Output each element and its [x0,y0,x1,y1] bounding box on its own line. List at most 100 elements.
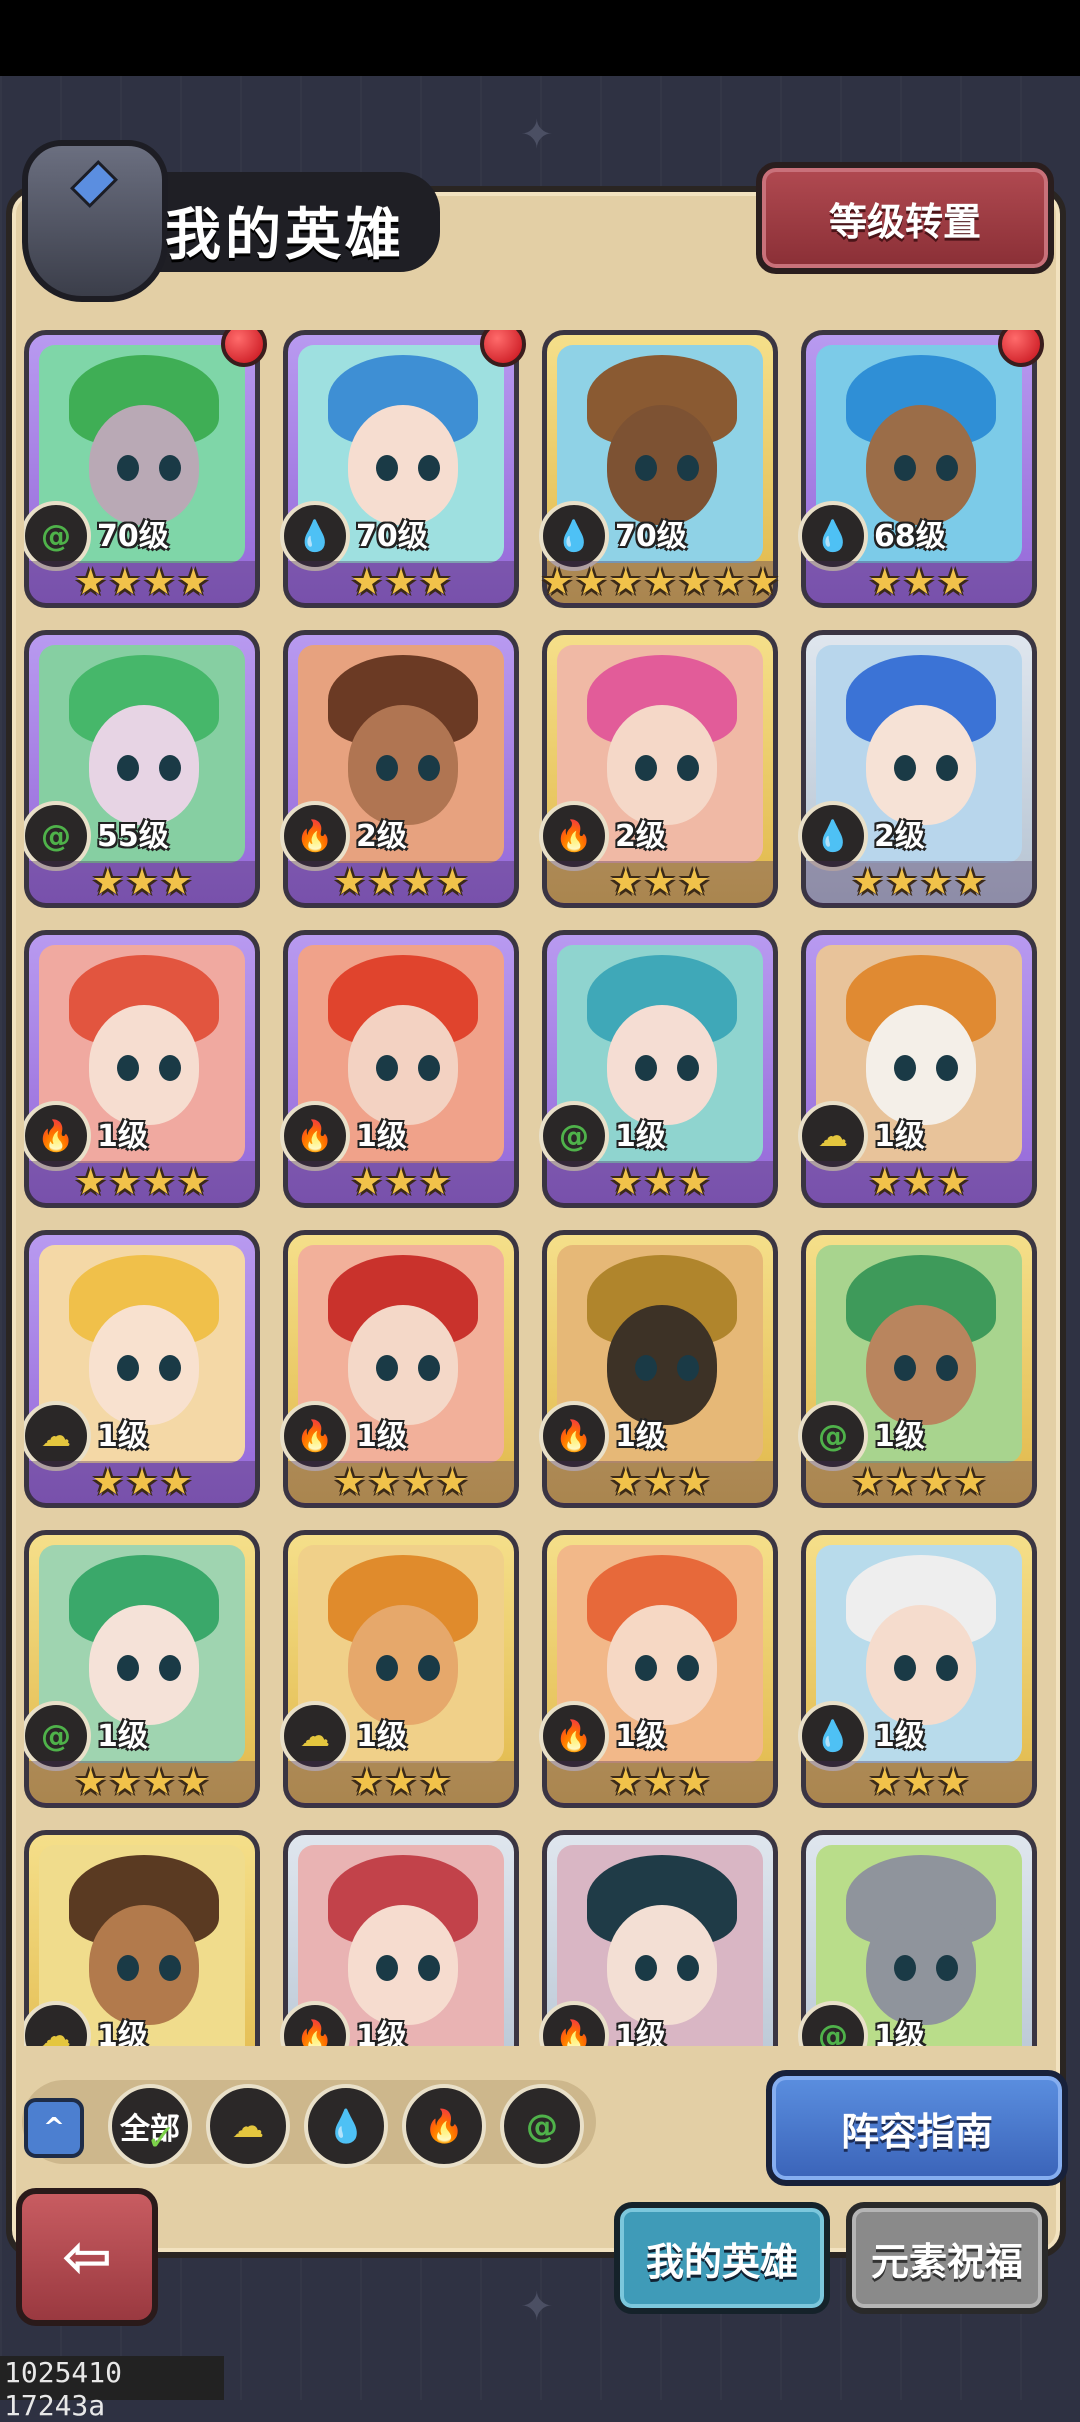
star-icon: ★ [954,862,987,903]
hero-card[interactable]: ☁ 1级 ★ ★ ★ [798,930,1037,1208]
star-rating: ★ ★ ★ [288,1761,514,1805]
star-rating: ★ ★ ★ ★ [29,1761,255,1805]
nature-element-icon: @ [526,2107,558,2145]
star-icon: ★ [74,1762,107,1803]
hero-level: 70级 [356,519,428,554]
hero-card[interactable]: 🔥 1级 ★ ★ ★ [539,1230,778,1508]
back-button[interactable]: ⇦ [16,2188,158,2326]
star-icon: ★ [108,562,141,603]
star-icon: ★ [678,562,711,603]
star-icon: ★ [643,562,677,603]
water-element-icon: 💧 [326,2107,366,2145]
hero-level: 1级 [356,1119,407,1154]
star-icon: ★ [678,1462,711,1503]
star-rating: ★ ★ ★ ★ [29,561,255,605]
star-icon: ★ [868,562,901,603]
filter-fire-button[interactable]: 🔥 [402,2084,486,2168]
hero-level: 68级 [874,519,946,554]
tab-element-blessing[interactable]: 元素祝福 [846,2202,1048,2314]
hero-card[interactable]: 💧 70级 ★ ★ ★ ★ ★ ★ ★ [539,330,779,608]
hero-grid: @70级 ★ ★ ★ ★ 💧 70级 ★ ★ ★ 💧 70级 ★ ★ ★ ★ ★ ★ ★ 💧 68级 ★ ★ ★ @55级 ★ ★ ★… [24,330,1054,2046]
star-icon: ★ [177,1162,210,1203]
star-icon: ★ [160,862,193,903]
star-icon: ★ [143,1762,176,1803]
star-icon: ★ [851,1462,884,1503]
filter-water-button[interactable]: 💧 [304,2084,388,2168]
star-rating: ★ ★ ★ ★ [806,861,1032,905]
star-icon: ★ [885,862,918,903]
star-icon: ★ [402,1462,435,1503]
hero-card[interactable]: 🔥 1级 ★ ★ ★ [280,930,519,1208]
star-rating: ★ ★ ★ [806,1161,1032,1205]
hero-card[interactable]: 🔥 1级 ★ ★ ★ ★ [280,1230,519,1508]
star-icon: ★ [74,562,107,603]
hero-level: 70级 [97,519,169,554]
star-icon: ★ [436,862,469,903]
star-icon: ★ [746,562,779,603]
filter-nature-button[interactable]: @ [500,2084,584,2168]
collapse-toggle-button[interactable]: ^ [24,2098,84,2158]
hero-card[interactable]: @70级 ★ ★ ★ ★ [24,330,267,608]
star-icon: ★ [384,1762,418,1803]
hero-card[interactable]: @55级 ★ ★ ★ [24,630,260,908]
star-icon: ★ [350,1762,383,1803]
hero-level: 1级 [874,1419,925,1454]
hero-level: 1级 [97,1119,148,1154]
filter-light-button[interactable]: ☁ [206,2084,290,2168]
hero-level: 70级 [615,519,687,554]
lineup-guide-button[interactable]: 阵容指南 [766,2070,1068,2186]
star-icon: ★ [91,1462,124,1503]
star-icon: ★ [160,1462,193,1503]
star-rating: ★ ★ ★ [288,561,514,605]
star-rating: ★ ★ ★ [288,1161,514,1205]
hero-level: 1级 [97,2019,148,2046]
star-icon: ★ [367,862,400,903]
star-icon: ★ [643,1162,677,1203]
hero-card[interactable]: 💧 68级 ★ ★ ★ [798,330,1044,608]
hero-level: 1级 [615,1419,666,1454]
helmet-icon [22,140,168,302]
star-icon: ★ [108,1762,141,1803]
star-icon: ★ [609,1162,642,1203]
star-icon: ★ [350,562,383,603]
hero-level: 1级 [874,1719,925,1754]
hero-card[interactable]: 🔥 2级 ★ ★ ★ [539,630,778,908]
hero-card[interactable]: 🔥 2级 ★ ★ ★ ★ [280,630,519,908]
hero-card[interactable]: 🔥 1级 ★ ★ ★ [539,1530,778,1808]
hero-card[interactable]: 💧 1级 ★ ★ ★ [798,1530,1037,1808]
star-icon: ★ [885,1462,918,1503]
star-rating: ★ ★ ★ ★ [288,861,514,905]
star-rating: ★ ★ ★ ★ [29,1161,255,1205]
hero-card[interactable]: 💧 70级 ★ ★ ★ [280,330,526,608]
hero-card[interactable]: ☁ 1级 [24,1830,260,2046]
hero-card[interactable]: @1级 ★ ★ ★ ★ [24,1530,260,1808]
hero-level: 1级 [615,1119,666,1154]
star-icon: ★ [643,1762,677,1803]
hero-card[interactable]: ☁ 1级 ★ ★ ★ [24,1230,260,1508]
hero-card[interactable]: 🔥 1级 ★ ★ ★ ★ [24,930,260,1208]
hero-card[interactable]: @1级 ★ ★ ★ [539,930,778,1208]
star-icon: ★ [937,1762,970,1803]
star-icon: ★ [143,562,176,603]
star-icon: ★ [384,562,418,603]
hero-card[interactable]: 🔥 1级 [280,1830,519,2046]
star-icon: ★ [868,1162,901,1203]
star-icon: ★ [712,562,745,603]
tab-my-heroes[interactable]: 我的英雄 [614,2202,830,2314]
hero-level: 1级 [874,2019,925,2046]
light-element-icon: ☁ [232,2107,264,2145]
hero-level: 1级 [874,1119,925,1154]
check-icon: ✓ [146,2118,177,2159]
hero-level: 55级 [97,819,169,854]
hero-card[interactable]: 🔥 1级 [539,1830,778,2046]
star-rating: ★ ★ ★ [547,1161,773,1205]
star-rating: ★ ★ ★ [29,1461,255,1505]
star-icon: ★ [436,1462,469,1503]
level-transfer-button[interactable]: 等级转置 [756,162,1054,274]
hero-card[interactable]: 💧 2级 ★ ★ ★ ★ [798,630,1037,908]
star-icon: ★ [609,1762,642,1803]
star-icon: ★ [402,862,435,903]
hero-card[interactable]: @1级 ★ ★ ★ ★ [798,1230,1037,1508]
hero-card[interactable]: @1级 [798,1830,1037,2046]
hero-card[interactable]: ☁ 1级 ★ ★ ★ [280,1530,519,1808]
